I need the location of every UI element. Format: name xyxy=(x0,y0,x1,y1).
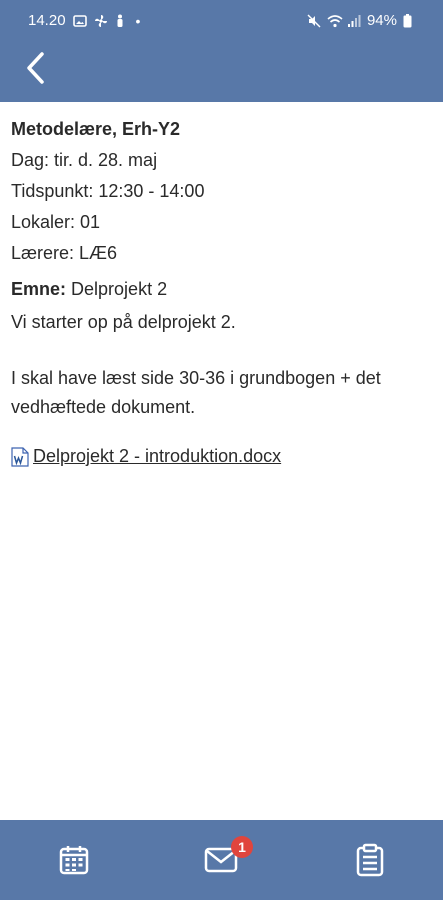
fan-icon xyxy=(94,14,108,28)
back-button[interactable] xyxy=(18,48,54,88)
lesson-topic: Emne: Delprojekt 2 xyxy=(11,274,431,305)
unread-badge: 1 xyxy=(231,836,253,858)
lesson-description-2: I skal have læst side 30-36 i grundbogen… xyxy=(11,368,381,417)
lesson-title: Metodelære, Erh-Y2 xyxy=(11,119,181,139)
top-app-bar: 14.20 • 94% xyxy=(0,0,443,102)
lesson-time: Tidspunkt: 12:30 - 14:00 xyxy=(11,181,205,201)
battery-icon xyxy=(403,13,417,28)
lesson-day: Dag: tir. d. 28. maj xyxy=(11,150,158,170)
status-bar: 14.20 • 94% xyxy=(0,0,443,42)
lesson-room: Lokaler: 01 xyxy=(11,212,101,232)
calendar-icon xyxy=(59,846,89,875)
status-time: 14.20 xyxy=(28,12,66,29)
signal-icon xyxy=(347,14,361,28)
attachment-link[interactable]: Delprojekt 2 - introduktion.docx xyxy=(33,441,281,472)
mute-icon xyxy=(307,14,321,28)
person-icon xyxy=(115,14,129,28)
chevron-left-icon xyxy=(27,52,44,84)
notification-dot-icon: • xyxy=(135,12,141,29)
status-left: 14.20 • xyxy=(28,12,140,29)
lesson-details: Metodelære, Erh-Y2 Dag: tir. d. 28. maj … xyxy=(11,114,431,472)
wifi-icon xyxy=(327,14,343,28)
status-right: 94% xyxy=(307,12,417,29)
lesson-description-1: Vi starter op på delprojekt 2. xyxy=(11,312,236,332)
bottom-navigation: 1 xyxy=(0,820,443,900)
word-document-icon xyxy=(11,446,29,467)
gallery-icon xyxy=(72,14,87,28)
topic-value: Delprojekt 2 xyxy=(71,279,168,299)
battery-percentage: 94% xyxy=(366,12,397,29)
nav-calendar[interactable] xyxy=(54,840,94,880)
attachment[interactable]: Delprojekt 2 - introduktion.docx xyxy=(11,441,431,472)
nav-assignments[interactable] xyxy=(350,840,390,880)
lesson-teacher: Lærere: LÆ6 xyxy=(11,243,118,263)
topic-label: Emne: xyxy=(11,279,67,299)
clipboard-icon xyxy=(356,843,384,877)
